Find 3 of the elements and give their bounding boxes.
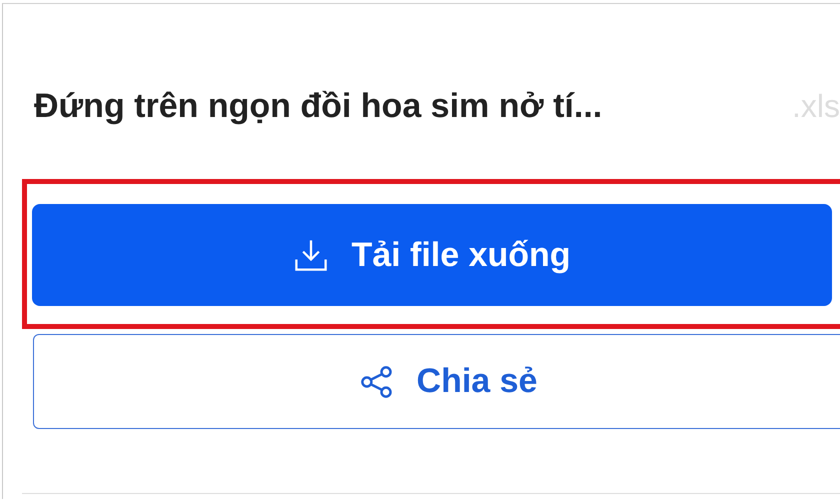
share-button[interactable]: Chia sẻ <box>33 334 840 429</box>
download-button[interactable]: Tải file xuống <box>32 204 832 306</box>
file-title: Đứng trên ngọn đồi hoa sim nở tí... <box>34 86 602 126</box>
